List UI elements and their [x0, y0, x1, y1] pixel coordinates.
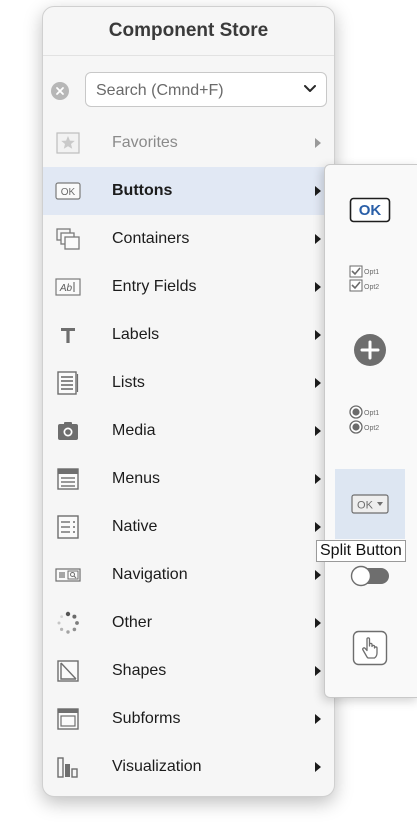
shapes-icon — [55, 659, 81, 683]
submenu-arrow-icon — [315, 474, 321, 484]
chevron-down-icon[interactable] — [304, 85, 316, 93]
entry-field-icon: Ab — [55, 275, 81, 299]
radio-icon: Opt1 Opt2 — [349, 405, 379, 434]
checkbox-option-label: Opt1 — [364, 269, 379, 276]
category-item-lists[interactable]: Lists — [43, 359, 334, 407]
clear-search-button[interactable] — [51, 82, 69, 100]
category-label: Native — [112, 518, 158, 535]
category-label: Labels — [112, 326, 160, 343]
category-item-containers[interactable]: Containers — [43, 215, 334, 263]
search-input[interactable] — [94, 79, 298, 103]
ok-button-text: OK — [359, 202, 382, 219]
split-button-text: OK — [357, 500, 374, 512]
containers-icon — [55, 227, 81, 251]
navigation-icon — [55, 563, 81, 587]
submenu-item-touch-button[interactable] — [335, 613, 405, 683]
submenu-arrow-icon — [315, 330, 321, 340]
category-item-navigation[interactable]: Navigation — [43, 551, 334, 599]
buttons-submenu: OK Opt1 Opt2 Opt1 Opt2 OK — [324, 164, 417, 698]
category-label: Visualization — [112, 758, 202, 775]
submenu-arrow-icon — [315, 138, 321, 148]
category-item-labels[interactable]: Labels — [43, 311, 334, 359]
native-icon — [55, 515, 81, 539]
category-label: Navigation — [112, 566, 188, 583]
component-store-window: Component Store Search (Cmnd+F) Favorite… — [0, 0, 417, 834]
category-label: Favorites — [112, 134, 178, 151]
submenu-item-split-button[interactable]: OK — [335, 469, 405, 539]
category-label: Entry Fields — [112, 278, 197, 295]
category-label: Other — [112, 614, 153, 631]
submenu-item-ok-button[interactable]: OK — [335, 175, 405, 245]
submenu-item-checkbox-group[interactable]: Opt1 Opt2 — [335, 245, 405, 315]
category-item-buttons[interactable]: OK Buttons — [43, 167, 334, 215]
hand-pointer-icon — [352, 630, 388, 666]
submenu-arrow-icon — [315, 762, 321, 772]
category-item-menus[interactable]: Menus — [43, 455, 334, 503]
radio-option-label: Opt1 — [364, 410, 379, 417]
category-item-native[interactable]: Native — [43, 503, 334, 551]
category-item-visualization[interactable]: Visualization — [43, 743, 334, 791]
submenu-arrow-icon — [315, 714, 321, 724]
search-field[interactable] — [85, 72, 327, 107]
close-icon — [56, 87, 64, 95]
svg-text:OK: OK — [61, 187, 76, 198]
ok-button-icon: OK — [55, 179, 81, 203]
spinner-icon — [55, 611, 81, 635]
category-item-media[interactable]: Media — [43, 407, 334, 455]
checkbox-icon: Opt1 Opt2 — [349, 265, 379, 292]
category-label: Subforms — [112, 710, 181, 727]
subform-icon — [55, 707, 81, 731]
toggle-icon — [350, 565, 389, 587]
component-store-panel: Component Store Search (Cmnd+F) Favorite… — [42, 6, 335, 797]
submenu-item-radio-group[interactable]: Opt1 Opt2 — [335, 385, 405, 455]
category-label: Lists — [112, 374, 145, 391]
camera-icon — [55, 419, 81, 443]
radio-option-label: Opt2 — [364, 425, 379, 432]
split-button-icon: OK — [351, 494, 389, 514]
category-item-other[interactable]: Other — [43, 599, 334, 647]
category-item-entry-fields[interactable]: Ab Entry Fields — [43, 263, 334, 311]
ok-button-icon: OK — [349, 197, 391, 223]
list-icon — [55, 371, 81, 395]
label-t-icon — [55, 323, 81, 347]
category-list: Favorites OK Buttons Containers Ab Entry… — [43, 119, 334, 791]
split-button-tooltip: Split Button — [316, 540, 406, 562]
submenu-arrow-icon — [315, 186, 321, 196]
submenu-arrow-icon — [315, 426, 321, 436]
category-item-shapes[interactable]: Shapes — [43, 647, 334, 695]
star-icon — [55, 131, 81, 155]
submenu-item-round-plus-button[interactable] — [335, 315, 405, 385]
svg-text:Ab: Ab — [59, 283, 73, 294]
bar-chart-icon — [55, 755, 81, 779]
category-label: Buttons — [112, 182, 173, 199]
submenu-arrow-icon — [315, 378, 321, 388]
submenu-arrow-icon — [315, 282, 321, 292]
category-label: Media — [112, 422, 156, 439]
plus-circle-icon — [354, 334, 386, 366]
checkbox-option-label: Opt2 — [364, 284, 379, 291]
submenu-arrow-icon — [315, 666, 321, 676]
panel-title: Component Store — [43, 7, 334, 56]
search-row — [43, 56, 334, 119]
submenu-arrow-icon — [315, 234, 321, 244]
category-item-subforms[interactable]: Subforms — [43, 695, 334, 743]
submenu-arrow-icon — [315, 570, 321, 580]
submenu-arrow-icon — [315, 522, 321, 532]
category-label: Menus — [112, 470, 161, 487]
category-label: Containers — [112, 230, 190, 247]
menu-icon — [55, 467, 81, 491]
category-item-favorites[interactable]: Favorites — [43, 119, 334, 167]
category-label: Shapes — [112, 662, 167, 679]
submenu-arrow-icon — [315, 618, 321, 628]
